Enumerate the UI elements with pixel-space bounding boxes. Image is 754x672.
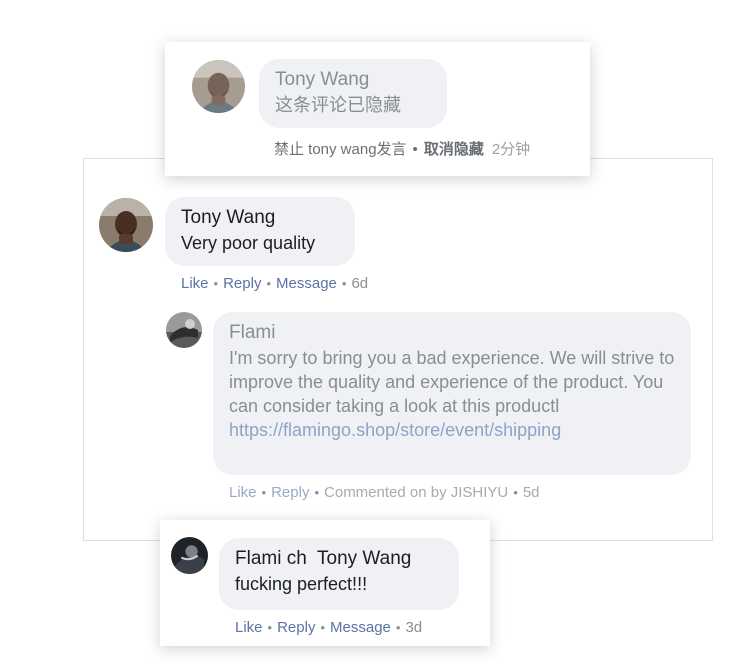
bottom-comment-actions: Like • Reply • Message • 3d [235, 619, 423, 636]
hidden-comment-text: 这条评论已隐藏 [275, 95, 401, 115]
hidden-comment-card: Tony Wang 这条评论已隐藏 禁止 tony wang发言 • 取消隐藏 2分钟 [165, 42, 590, 176]
reply-time: 5d [522, 484, 540, 501]
comment-bubble: Tony Wang Very poor quality [165, 197, 355, 266]
ban-user-button[interactable]: 禁止 tony wang发言 [274, 141, 407, 158]
bottom-comment-author[interactable]: Flami ch Tony Wang [235, 548, 443, 570]
avatar-flami[interactable] [166, 312, 202, 348]
like-button[interactable]: Like [229, 484, 257, 501]
reply-bubble: Flami I'm sorry to bring you a bad exper… [213, 312, 691, 475]
reply-link[interactable]: https://flamingo.shop/store/event/shippi… [229, 418, 675, 442]
hidden-comment-time: 2分钟 [491, 141, 531, 158]
commented-by-label: Commented on by JISHIYU [324, 484, 509, 501]
reply-button[interactable]: Reply [271, 484, 309, 501]
bottom-comment-time: 3d [405, 619, 423, 636]
bottom-comment-card: Flami ch Tony Wang fucking perfect!!! Li… [160, 520, 490, 646]
comment-time: 6d [351, 275, 369, 292]
comment-actions: Like • Reply • Message • 6d [181, 275, 369, 292]
bottom-comment-text: fucking perfect!!! [235, 574, 368, 594]
reply-actions: Like • Reply • Commented on by JISHIYU • 5d [229, 484, 540, 501]
bottom-comment-bubble: Flami ch Tony Wang fucking perfect!!! [219, 538, 459, 610]
reply-button[interactable]: Reply [277, 619, 315, 636]
unhide-button[interactable]: 取消隐藏 [424, 141, 484, 158]
message-button[interactable]: Message [330, 619, 391, 636]
hidden-comment-author[interactable]: Tony Wang [275, 69, 431, 91]
comment-author[interactable]: Tony Wang [181, 207, 339, 229]
like-button[interactable]: Like [235, 619, 263, 636]
like-button[interactable]: Like [181, 275, 209, 292]
reply-author[interactable]: Flami [229, 322, 675, 344]
avatar-flami[interactable] [171, 537, 208, 574]
reply-text: I'm sorry to bring you a bad experience.… [229, 348, 675, 416]
hidden-comment-actions: 禁止 tony wang发言 • 取消隐藏 2分钟 [274, 141, 531, 158]
hidden-comment-bubble: Tony Wang 这条评论已隐藏 [259, 59, 447, 128]
comment-text: Very poor quality [181, 233, 316, 253]
avatar-tony-wang[interactable] [99, 198, 153, 252]
avatar-tony-wang[interactable] [192, 60, 245, 113]
message-button[interactable]: Message [276, 275, 337, 292]
reply-button[interactable]: Reply [223, 275, 261, 292]
